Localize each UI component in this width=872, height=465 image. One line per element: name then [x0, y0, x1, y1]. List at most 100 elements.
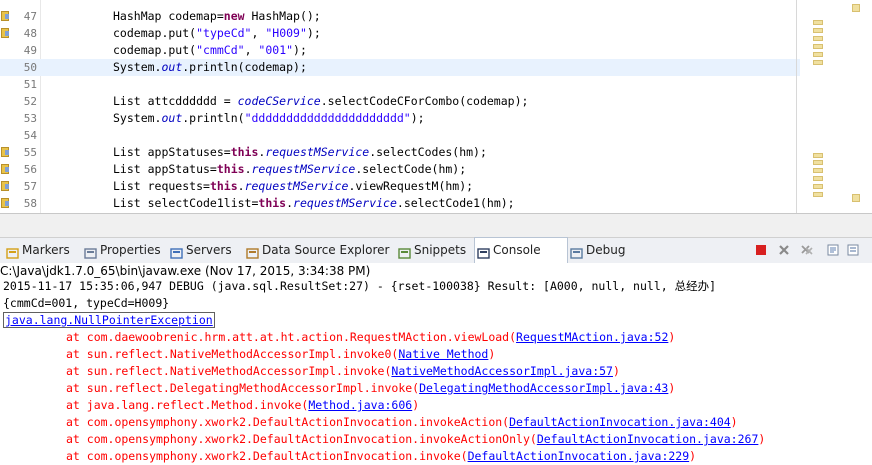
code-line[interactable]: 47 HashMap codemap=new HashMap();	[0, 8, 800, 25]
properties-icon	[84, 244, 97, 259]
tab-label: Servers	[186, 243, 232, 257]
code-line[interactable]: 55 List appStatuses=this.requestMService.…	[0, 144, 800, 161]
view-tab-bar: Markers Properties Servers Data Source Expl…	[0, 237, 872, 264]
overview-annotation[interactable]	[813, 20, 823, 25]
source-location-link[interactable]: DefaultActionInvocation.java:229	[468, 449, 690, 463]
code-line[interactable]: 48 codemap.put("typeCd", "H009");	[0, 25, 800, 42]
code-token: .selectCode1(hm);	[396, 196, 515, 210]
stack-frame-text: at sun.reflect.DelegatingMethodAccessorI…	[66, 381, 420, 395]
code-line[interactable]: 50 System.out.println(codemap);	[0, 59, 800, 76]
source-location-link[interactable]: DelegatingMethodAccessorImpl.java:43	[419, 381, 668, 395]
code-line[interactable]: 54	[0, 127, 800, 144]
tab-properties[interactable]: Properties	[82, 238, 164, 263]
closing-paren: )	[668, 381, 676, 395]
overview-annotation[interactable]	[813, 160, 823, 165]
overview-annotation[interactable]	[813, 28, 823, 33]
tab-label: Console	[493, 243, 541, 257]
console-line: 2015-11-17 15:35:06,947 DEBUG (java.sql.…	[3, 279, 717, 293]
code-token: ,	[251, 26, 266, 40]
exception-link[interactable]: java.lang.NullPointerException	[3, 312, 215, 328]
remove-launch-icon[interactable]	[777, 243, 791, 257]
overview-annotation[interactable]	[813, 153, 823, 158]
overview-annotation[interactable]	[813, 168, 823, 173]
code-text: List requests=this.requestMService.viewR…	[113, 178, 473, 195]
source-location-link[interactable]: RequestMAction.java:52	[516, 330, 668, 344]
overview-annotation[interactable]	[813, 176, 823, 181]
stack-trace-line: at java.lang.reflect.Method.invoke(Metho…	[3, 397, 419, 414]
code-token: new	[223, 9, 245, 23]
line-number: 52	[23, 95, 37, 108]
console-output[interactable]: 2015-11-17 15:35:06,947 DEBUG (java.sql.…	[0, 279, 872, 465]
code-token: List requests=	[113, 179, 210, 193]
scroll-lock-icon[interactable]	[826, 243, 840, 257]
terminate-icon[interactable]	[754, 243, 768, 257]
code-token: requestMService	[251, 162, 356, 176]
code-line[interactable]: 49 codemap.put("cmmCd", "001");	[0, 42, 800, 59]
overview-annotation[interactable]	[813, 36, 823, 41]
code-text: List appStatus=this.requestMService.sele…	[113, 161, 466, 178]
stack-frame-text: at com.opensymphony.xwork2.DefaultAction…	[66, 432, 537, 446]
closing-paren: )	[412, 398, 420, 412]
stack-frame-text: at sun.reflect.NativeMethodAccessorImpl.…	[66, 364, 392, 378]
code-token: this	[258, 196, 287, 210]
closing-paren: )	[488, 347, 496, 361]
overview-warning-marker[interactable]	[852, 194, 860, 202]
closing-paren: )	[758, 432, 766, 446]
overview-annotation[interactable]	[813, 192, 823, 197]
tab-markers[interactable]: Markers	[4, 238, 78, 263]
console-icon	[477, 244, 490, 259]
overview-warning-marker[interactable]	[852, 4, 860, 12]
code-token: "cmmCd"	[196, 43, 245, 57]
code-line[interactable]: 51	[0, 76, 800, 93]
code-token: ,	[244, 43, 259, 57]
code-line[interactable]: 58 List selectCode1list=this.requestMServ…	[0, 195, 800, 212]
tab-servers[interactable]: Servers	[168, 238, 240, 263]
code-text: List attcdddddd = codeCService.selectCod…	[113, 93, 528, 110]
editor-vertical-divider	[796, 0, 797, 213]
code-token: out	[161, 111, 183, 125]
code-token: );	[293, 43, 307, 57]
code-token: .	[237, 179, 245, 193]
overview-annotation[interactable]	[813, 60, 823, 65]
overview-annotation[interactable]	[813, 52, 823, 57]
tab-label: Markers	[22, 243, 70, 257]
overview-annotation[interactable]	[813, 44, 823, 49]
servers-icon	[170, 244, 183, 259]
code-line[interactable]: 52 List attcdddddd = codeCService.selectC…	[0, 93, 800, 110]
code-token: .viewRequestM(hm);	[348, 179, 474, 193]
tab-console[interactable]: Console	[474, 237, 568, 264]
code-token: HashMap codemap=	[113, 9, 224, 23]
overview-annotation[interactable]	[813, 184, 823, 189]
pin-console-icon[interactable]	[846, 243, 860, 257]
code-token: HashMap();	[244, 9, 321, 23]
source-location-link[interactable]: DefaultActionInvocation.java:267	[537, 432, 759, 446]
code-text: List appStatuses=this.requestMService.se…	[113, 144, 487, 161]
source-location-link[interactable]: NativeMethodAccessorImpl.java:57	[391, 364, 613, 378]
code-token: System.	[113, 111, 162, 125]
stack-trace-line: at com.opensymphony.xwork2.DefaultAction…	[3, 414, 738, 431]
code-token: .println(codemap);	[182, 60, 307, 74]
tab-debug[interactable]: Debug	[568, 238, 632, 263]
tab-data-source-explorer[interactable]: Data Source Explorer	[244, 238, 392, 263]
stack-frame-text: at sun.reflect.NativeMethodAccessorImpl.…	[66, 347, 399, 361]
code-token: System.	[113, 60, 162, 74]
code-token: List selectCode1list=	[113, 196, 259, 210]
code-token: "001"	[258, 43, 294, 57]
stack-trace-line: at com.opensymphony.xwork2.DefaultAction…	[3, 431, 765, 448]
code-token: out	[161, 60, 183, 74]
source-location-link[interactable]: DefaultActionInvocation.java:404	[509, 415, 731, 429]
stack-trace-line: at sun.reflect.NativeMethodAccessorImpl.…	[3, 346, 495, 363]
code-line[interactable]: 57 List requests=this.requestMService.vie…	[0, 178, 800, 195]
remove-all-terminated-icon[interactable]	[800, 243, 814, 257]
source-location-link[interactable]: Native Method	[398, 347, 488, 361]
code-text: codemap.put("cmmCd", "001");	[113, 42, 307, 59]
console-line: {cmmCd=001, typeCd=H009}	[3, 296, 170, 310]
stack-frame-text: at com.daewoobrenic.hrm.att.at.ht.action…	[66, 330, 517, 344]
source-location-link[interactable]: Method.java:606	[308, 398, 412, 412]
code-line[interactable]: 53 System.out.println("dddddddddddddddddd…	[0, 110, 800, 127]
tab-snippets[interactable]: Snippets	[396, 238, 470, 263]
code-line[interactable]: 56 List appStatus=this.requestMService.se…	[0, 161, 800, 178]
code-text: System.out.println(codemap);	[113, 59, 307, 76]
code-editor[interactable]: 47 HashMap codemap=new HashMap(); 48 codema…	[0, 0, 872, 213]
editor-horizontal-scrollbar[interactable]	[0, 213, 872, 238]
